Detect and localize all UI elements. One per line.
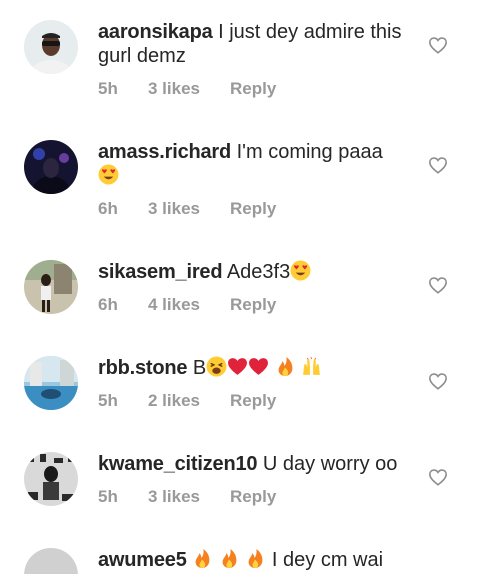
comment-username[interactable]: rbb.stone bbox=[98, 357, 188, 379]
comment-time: 6h bbox=[98, 199, 118, 218]
heart-outline-icon[interactable] bbox=[428, 276, 448, 294]
comment-meta: 6h 3 likes Reply bbox=[98, 199, 276, 219]
comment-item: awumee5 I dey cm wai bbox=[0, 543, 480, 574]
comment-likes[interactable]: 4 likes bbox=[148, 295, 230, 315]
comment-likes[interactable]: 3 likes bbox=[148, 487, 230, 507]
comment-time: 5h bbox=[98, 391, 118, 410]
heart-outline-icon[interactable] bbox=[428, 36, 448, 54]
comment-meta: 5h 3 likes Reply bbox=[98, 79, 276, 99]
comment-likes[interactable]: 3 likes bbox=[148, 199, 230, 219]
fire-emoji bbox=[245, 548, 266, 569]
comment-username[interactable]: sikasem_ired bbox=[98, 261, 223, 283]
avatar[interactable] bbox=[24, 356, 78, 410]
comment-text: rbb.stone B bbox=[98, 356, 408, 380]
raised-hands-emoji bbox=[301, 356, 322, 377]
avatar[interactable] bbox=[24, 548, 78, 574]
comment-username[interactable]: kwame_citizen10 bbox=[98, 453, 258, 475]
reply-button[interactable]: Reply bbox=[230, 295, 276, 315]
avatar[interactable] bbox=[24, 260, 78, 314]
comment-meta: 5h 2 likes Reply bbox=[98, 391, 276, 411]
red-heart-emoji bbox=[248, 356, 269, 377]
comment-body: B bbox=[192, 357, 207, 379]
heart-outline-icon[interactable] bbox=[428, 156, 448, 174]
comment-time: 5h bbox=[98, 79, 118, 98]
reply-button[interactable]: Reply bbox=[230, 391, 276, 411]
comment-likes[interactable]: 2 likes bbox=[148, 391, 230, 411]
reply-button[interactable]: Reply bbox=[230, 487, 276, 507]
comment-text: sikasem_ired Ade3f3 bbox=[98, 260, 408, 284]
comment-likes[interactable]: 3 likes bbox=[148, 79, 230, 99]
comment-meta: 5h 3 likes Reply bbox=[98, 487, 276, 507]
comment-body: U day worry oo bbox=[262, 453, 398, 475]
avatar[interactable] bbox=[24, 452, 78, 506]
comment-text: aaronsikapa I just dey admire this gurl … bbox=[98, 20, 408, 68]
reply-button[interactable]: Reply bbox=[230, 79, 276, 99]
comment-meta: 6h 4 likes Reply bbox=[98, 295, 276, 315]
comment-time: 5h bbox=[98, 487, 118, 506]
fire-emoji bbox=[192, 548, 213, 569]
comment-time: 6h bbox=[98, 295, 118, 314]
heart-eyes-emoji bbox=[290, 260, 311, 281]
comment-username[interactable]: awumee5 bbox=[98, 549, 187, 571]
comment-body: Ade3f3 bbox=[226, 261, 291, 283]
heart-outline-icon[interactable] bbox=[428, 468, 448, 486]
red-heart-emoji bbox=[227, 356, 248, 377]
comment-username[interactable]: amass.richard bbox=[98, 141, 231, 163]
fire-emoji bbox=[275, 356, 296, 377]
comment-text: kwame_citizen10 U day worry oo bbox=[98, 452, 408, 476]
weary-face-emoji bbox=[206, 356, 227, 377]
comment-body: I dey cm wai bbox=[271, 549, 384, 571]
avatar[interactable] bbox=[24, 140, 78, 194]
heart-outline-icon[interactable] bbox=[428, 372, 448, 390]
comment-username[interactable]: aaronsikapa bbox=[98, 21, 213, 43]
comment-text: awumee5 I dey cm wai bbox=[98, 548, 408, 572]
reply-button[interactable]: Reply bbox=[230, 199, 276, 219]
fire-emoji bbox=[219, 548, 240, 569]
comment-text: amass.richard I'm coming paaa bbox=[98, 140, 408, 188]
comment-body: I'm coming paaa bbox=[236, 141, 383, 163]
heart-eyes-emoji bbox=[98, 164, 119, 185]
avatar[interactable] bbox=[24, 20, 78, 74]
